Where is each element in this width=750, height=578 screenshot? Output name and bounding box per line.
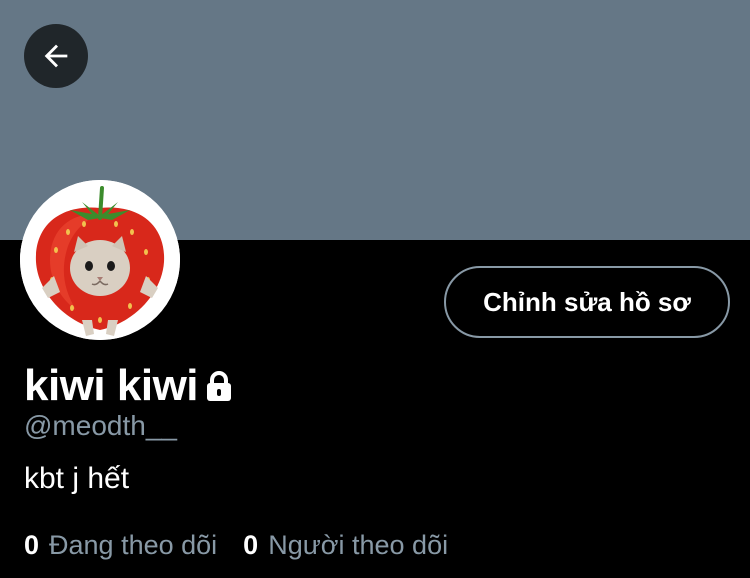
profile-handle: @meodth__ — [24, 410, 177, 441]
followers-stat[interactable]: 0 Người theo dõi — [243, 530, 448, 561]
following-stat[interactable]: 0 Đang theo dõi — [24, 530, 217, 561]
following-label: Đang theo dõi — [49, 530, 218, 560]
followers-label: Người theo dõi — [268, 530, 449, 560]
lock-icon — [204, 370, 234, 402]
profile-bio: kbt j hết — [24, 462, 130, 495]
back-button[interactable] — [24, 24, 88, 88]
display-name: kiwi kiwi — [24, 361, 199, 410]
following-count: 0 — [24, 530, 40, 560]
arrow-left-icon — [39, 39, 73, 73]
avatar[interactable] — [20, 180, 180, 340]
followers-count: 0 — [243, 530, 259, 560]
edit-profile-button[interactable]: Chỉnh sửa hồ sơ — [444, 266, 730, 338]
profile-stats: 0 Đang theo dõi 0 Người theo dõi — [24, 530, 448, 561]
name-row: kiwi kiwi — [24, 360, 234, 412]
